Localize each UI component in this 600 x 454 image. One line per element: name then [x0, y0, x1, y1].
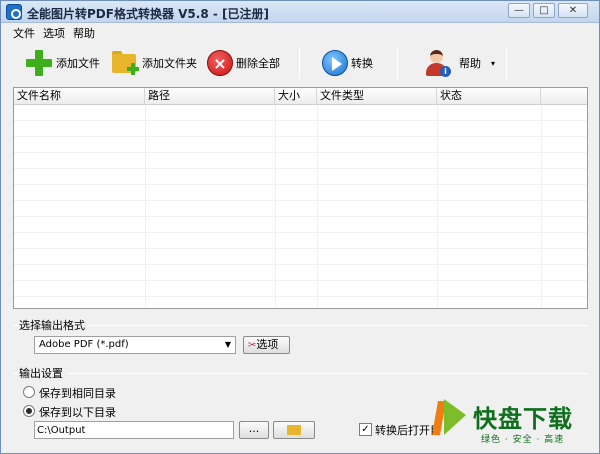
column-path[interactable]: 路径 — [145, 88, 275, 105]
minimize-button[interactable]: — — [508, 3, 530, 18]
radio-custom-directory[interactable] — [23, 405, 35, 417]
folder-icon — [287, 425, 301, 435]
menu-bar: 文件 选项 帮助 — [1, 23, 599, 41]
delete-icon: × — [207, 50, 233, 76]
output-format-select[interactable]: Adobe PDF (*.pdf) ▼ — [34, 336, 236, 354]
add-file-label: 添加文件 — [56, 57, 100, 70]
watermark-title: 快盘下载 — [473, 405, 573, 433]
help-button[interactable]: i 帮助 ▾ — [423, 47, 495, 79]
help-label: 帮助 — [459, 57, 481, 70]
output-format-group-label: 选择输出格式 — [19, 317, 89, 333]
file-list-header: 文件名称 路径 大小 文件类型 状态 — [14, 88, 587, 105]
folder-add-icon — [111, 51, 139, 75]
empty-row — [14, 265, 587, 281]
group-divider — [13, 373, 588, 374]
kuaipan-logo-icon — [432, 399, 469, 439]
open-folder-button[interactable] — [273, 421, 315, 439]
output-settings-group-label: 输出设置 — [19, 365, 67, 381]
window-title: 全能图片转PDF格式转换器 V5.8 - [已注册] — [27, 7, 269, 21]
toolbar-separator — [397, 47, 398, 79]
column-status[interactable]: 状态 — [437, 88, 541, 105]
empty-row — [14, 121, 587, 137]
column-file-name[interactable]: 文件名称 — [14, 88, 145, 105]
output-format-value: Adobe PDF (*.pdf) — [39, 339, 129, 350]
menu-help[interactable]: 帮助 — [73, 25, 95, 41]
convert-button[interactable]: 转换 — [322, 47, 373, 79]
menu-file[interactable]: 文件 — [13, 25, 35, 41]
file-list[interactable]: 文件名称 路径 大小 文件类型 状态 — [13, 87, 588, 309]
empty-row — [14, 217, 587, 233]
delete-all-label: 删除全部 — [236, 57, 280, 70]
open-after-convert-checkbox[interactable]: ✓ — [359, 423, 372, 436]
delete-all-button[interactable]: × 删除全部 — [207, 47, 280, 79]
output-path-input[interactable] — [37, 422, 233, 438]
empty-row — [14, 281, 587, 297]
empty-row — [14, 185, 587, 201]
empty-row — [14, 249, 587, 265]
site-watermark: 快盘下载 绿色 · 安全 · 高速 — [429, 393, 600, 454]
toolbar: 添加文件 添加文件夹 × 删除全部 转换 i 帮助 ▾ — [1, 41, 599, 85]
group-divider — [13, 325, 588, 326]
empty-row — [14, 105, 587, 121]
add-folder-label: 添加文件夹 — [142, 57, 197, 70]
plus-icon — [25, 49, 53, 77]
output-path-field[interactable] — [34, 421, 234, 439]
browse-button[interactable]: ... — [239, 421, 269, 439]
maximize-button[interactable]: □ — [533, 3, 555, 18]
column-file-type[interactable]: 文件类型 — [317, 88, 437, 105]
radio-same-directory[interactable] — [23, 386, 35, 398]
toolbar-separator — [299, 47, 300, 79]
chevron-down-icon[interactable]: ▾ — [491, 59, 495, 68]
menu-options[interactable]: 选项 — [43, 25, 65, 41]
convert-label: 转换 — [351, 57, 373, 70]
play-icon — [322, 50, 348, 76]
radio-custom-directory-label: 保存到以下目录 — [39, 406, 116, 419]
add-folder-button[interactable]: 添加文件夹 — [111, 47, 197, 79]
empty-row — [14, 137, 587, 153]
column-size[interactable]: 大小 — [275, 88, 317, 105]
add-file-button[interactable]: 添加文件 — [25, 47, 100, 79]
toolbar-separator — [506, 47, 507, 79]
format-options-button[interactable]: ✂选项 — [243, 336, 290, 354]
empty-row — [14, 233, 587, 249]
chevron-down-icon[interactable]: ▼ — [225, 340, 231, 349]
empty-row — [14, 201, 587, 217]
watermark-subtitle: 绿色 · 安全 · 高速 — [481, 435, 565, 445]
format-options-label: 选项 — [256, 338, 279, 351]
empty-row — [14, 169, 587, 185]
app-icon — [6, 4, 22, 20]
title-bar: 全能图片转PDF格式转换器 V5.8 - [已注册] — □ ✕ — [1, 1, 599, 23]
main-window: 全能图片转PDF格式转换器 V5.8 - [已注册] — □ ✕ 文件 选项 帮… — [0, 0, 600, 454]
help-user-icon: i — [423, 49, 451, 77]
empty-row — [14, 153, 587, 169]
close-button[interactable]: ✕ — [558, 3, 588, 18]
radio-same-directory-label: 保存到相同目录 — [39, 387, 116, 400]
